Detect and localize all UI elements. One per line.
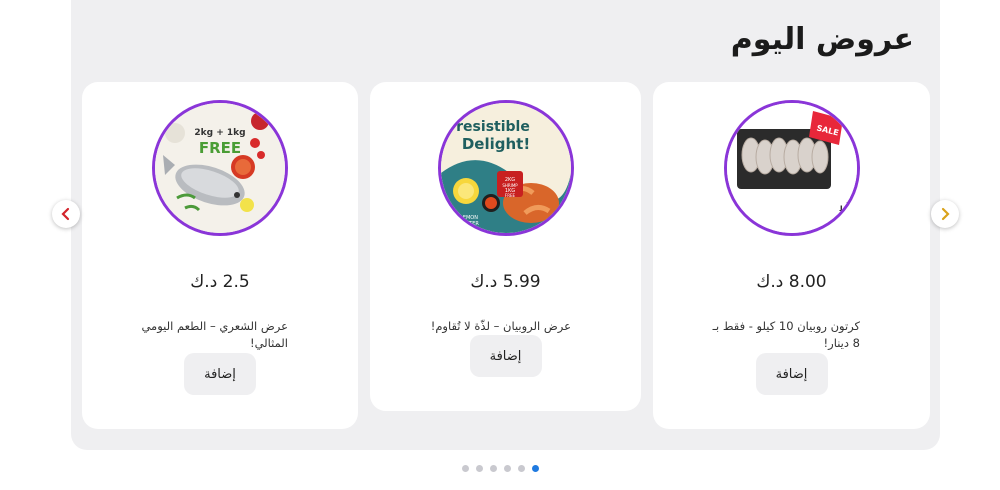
carousel-dot[interactable] (489, 465, 497, 472)
offer-price: 2.5 د.ك (190, 272, 250, 292)
offer-image-fish[interactable]: 2kg + 1kg FREE (152, 100, 288, 236)
offer-image-shrimp-carton[interactable]: SALE 10 كيلو روبيان مقشر 8 دينار فقط خدم… (723, 100, 860, 236)
chevron-right-icon (941, 207, 950, 221)
offer-description: كرتون روبيان 10 كيلو - فقط بـ 8 دينار! (712, 319, 860, 350)
carousel-dot[interactable] (517, 465, 525, 472)
section-title: عروض اليوم (730, 22, 914, 57)
add-to-cart-button[interactable]: إضافة (184, 353, 256, 395)
shrimp-carton-illustration: SALE 10 كيلو روبيان مقشر 8 دينار فقط خدم… (726, 103, 857, 233)
add-to-cart-button[interactable]: إضافة (755, 353, 828, 395)
offer-card-fish[interactable]: 2kg + 1kg FREE 2.5 د.ك عرض الشعري – الطع… (82, 82, 358, 429)
shrimp-offer-illustration: 2KG SHRIMP 1KG FREE resistible Delight! … (440, 103, 571, 233)
offer-image-shrimp[interactable]: 2KG SHRIMP 1KG FREE resistible Delight! … (437, 100, 574, 236)
carousel-dot[interactable] (503, 465, 511, 472)
shrimp-badge-text-4: FREE (504, 193, 515, 198)
carousel-prev-button[interactable] (52, 200, 80, 228)
offer-price: 5.99 د.ك (470, 272, 541, 292)
offer-description: عرض الشعري – الطعم اليومي المثالي! (141, 319, 288, 350)
shrimp-image-text-2: Delight! (461, 135, 529, 153)
carousel-next-button[interactable] (931, 200, 959, 228)
fish-image-text-2: FREE (199, 139, 241, 157)
chevron-left-icon (61, 207, 70, 221)
carton-image-text-1: 10 كيلو روبيان مقشر (846, 195, 857, 203)
offer-card-shrimp[interactable]: 2KG SHRIMP 1KG FREE resistible Delight! … (370, 82, 641, 411)
carousel-pagination (0, 465, 1000, 472)
fish-image-text-1: 2kg + 1kg (194, 128, 245, 138)
shrimp-image-text-4: BUTTER (459, 221, 479, 227)
carousel-dot[interactable] (461, 465, 469, 472)
fish-offer-illustration: 2kg + 1kg FREE (155, 103, 285, 233)
todays-offers-section: عروض اليوم 2kg + 1kg FREE 2.5 د.ك عرض ال… (71, 0, 940, 450)
offer-price: 8.00 د.ك (756, 272, 827, 292)
offer-description: عرض الروبيان – لذّة لا تُقاوم! (430, 319, 571, 333)
carton-image-text-3: خدمة التوصيل مجاناً (838, 215, 857, 223)
carousel-dot[interactable] (531, 465, 539, 472)
shrimp-image-text-1: resistible (456, 119, 530, 135)
offer-card-shrimp-carton[interactable]: SALE 10 كيلو روبيان مقشر 8 دينار فقط خدم… (653, 82, 930, 429)
carousel-dot[interactable] (475, 465, 483, 472)
add-to-cart-button[interactable]: إضافة (469, 335, 542, 377)
carton-image-text-2: 8 دينار فقط (839, 205, 857, 213)
